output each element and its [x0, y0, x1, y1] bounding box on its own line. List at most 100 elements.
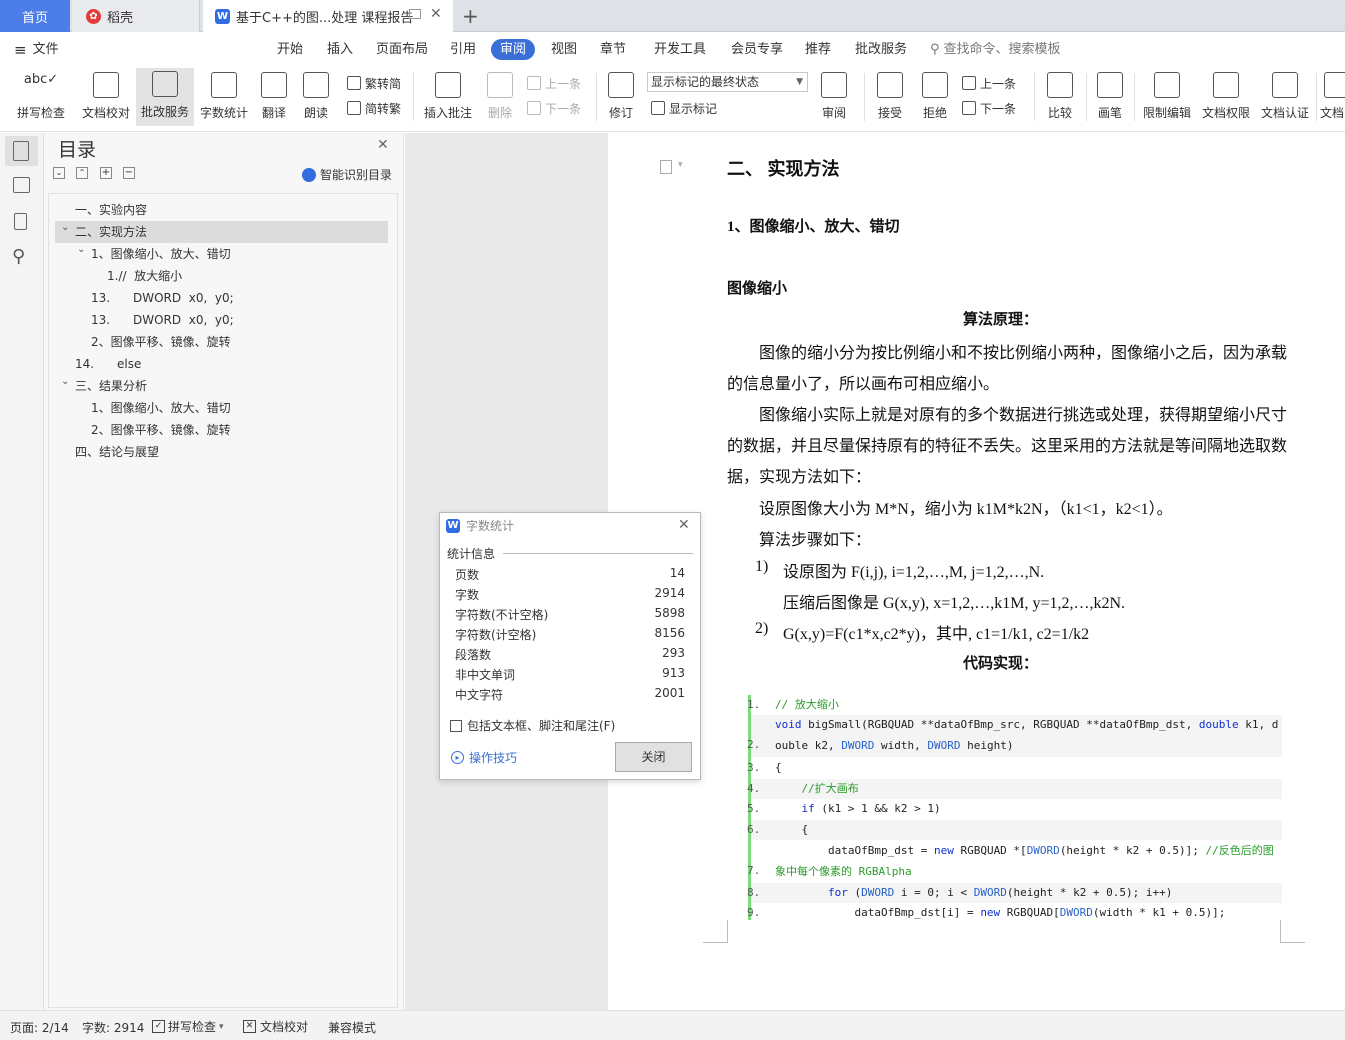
tab-daoke[interactable]: ✿ 稻壳: [72, 0, 200, 32]
prev-change-button[interactable]: 上一条: [962, 74, 1016, 92]
menu-chapter[interactable]: 章节: [600, 40, 626, 60]
include-textbox-checkbox[interactable]: 包括文本框、脚注和尾注(F): [450, 717, 615, 734]
outline-icon[interactable]: [13, 141, 29, 161]
track-changes-button[interactable]: 修订: [603, 69, 639, 125]
menu-references[interactable]: 引用: [450, 40, 476, 60]
command-search[interactable]: ⚲ 查找命令、搜索模板: [930, 40, 1061, 60]
toc-item[interactable]: 2、图像平移、镜像、旋转: [91, 419, 231, 441]
close-button[interactable]: 关闭: [615, 742, 692, 772]
add-heading-icon[interactable]: +: [100, 167, 112, 179]
tab-document[interactable]: W 基于C++的图...处理 课程报告 ✕: [203, 0, 453, 32]
smart-toc-button[interactable]: 智能识别目录: [302, 166, 392, 183]
document-rights-button[interactable]: 文档权限: [1199, 69, 1253, 125]
menu-recommend[interactable]: 推荐: [805, 40, 831, 60]
accept-button[interactable]: 接受: [870, 69, 910, 125]
expand-up-icon[interactable]: ⌃: [76, 167, 88, 179]
delete-comment-button[interactable]: 删除: [480, 69, 520, 125]
review-pane-button[interactable]: 审阅: [814, 69, 854, 125]
page-indicator[interactable]: 页面: 2/14: [10, 1019, 69, 1036]
ribbon-divider: [596, 73, 597, 121]
dialog-titlebar[interactable]: W 字数统计: [446, 517, 514, 534]
next-change-button[interactable]: 下一条: [962, 99, 1016, 117]
prev-change-icon: [962, 76, 976, 90]
correction-service-button[interactable]: 批改服务: [136, 68, 194, 126]
close-icon[interactable]: ✕: [377, 137, 389, 153]
toc-item[interactable]: 2、图像平移、镜像、旋转: [91, 331, 231, 353]
toc-item[interactable]: 1、图像缩小、放大、错切: [91, 243, 231, 265]
spell-check-status[interactable]: ✓ 拼写检查 ▾: [152, 1018, 224, 1035]
compare-button[interactable]: 比较: [1040, 69, 1080, 125]
menu-dev-tools[interactable]: 开发工具: [654, 40, 706, 60]
menu-membership[interactable]: 会员专享: [731, 40, 783, 60]
paragraph: 的数据，并且尽量保持原有的特征不丢失。这里采用的方法就是等间隔地选取数: [727, 438, 1288, 455]
toc-item[interactable]: 一、实验内容: [75, 199, 147, 221]
toc-item[interactable]: 三、结果分析: [75, 375, 147, 397]
menu-start[interactable]: 开始: [277, 40, 303, 60]
code-line: 7. dataOfBmp_dst = new RGBQUAD *[DWORD(h…: [747, 841, 1282, 883]
code-line: 4. //扩大画布: [747, 779, 1282, 799]
spell-check-button[interactable]: abc✓ 拼写检查: [10, 69, 72, 125]
file-menu[interactable]: ≡ 文件: [14, 40, 59, 60]
pen-button[interactable]: 画笔: [1094, 69, 1126, 125]
pin-icon[interactable]: [409, 9, 421, 19]
code-text: RGBQUAD *[: [953, 844, 1027, 857]
close-icon[interactable]: ✕: [678, 517, 690, 533]
document-more-button[interactable]: 文档: [1320, 69, 1345, 125]
paragraph-icon[interactable]: [660, 160, 672, 174]
code-type: DWORD: [973, 886, 1007, 899]
show-markup-icon: [651, 101, 665, 115]
menu-insert[interactable]: 插入: [327, 40, 353, 60]
chevron-down-icon[interactable]: ⌄: [61, 376, 69, 387]
bookmark-icon[interactable]: [14, 213, 27, 230]
document-certification-button[interactable]: 文档认证: [1258, 69, 1312, 125]
menu-correction-service[interactable]: 批改服务: [855, 40, 907, 60]
simp-to-trad-button[interactable]: 简转繁: [347, 99, 401, 117]
code-text: dataOfBmp_dst[i] =: [775, 906, 981, 919]
show-markup-button[interactable]: 显示标记: [651, 99, 717, 117]
restrict-editing-button[interactable]: 限制编辑: [1140, 69, 1194, 125]
ribbon-divider: [864, 73, 865, 121]
chevron-down-icon[interactable]: ⌄: [61, 222, 69, 233]
toc-item[interactable]: 1.// 放大缩小: [107, 265, 182, 287]
menu-view[interactable]: 视图: [551, 40, 577, 60]
collapse-all-icon[interactable]: ⌄: [53, 167, 65, 179]
tips-link[interactable]: ▸ 操作技巧: [451, 749, 517, 766]
principle-heading: 算法原理：: [963, 312, 1039, 328]
translate-button[interactable]: 翻译: [256, 69, 292, 125]
toc-item-selected[interactable]: 二、实现方法: [75, 221, 147, 243]
code-text: height): [960, 739, 1014, 752]
menu-page-layout[interactable]: 页面布局: [376, 40, 428, 60]
reject-button[interactable]: 拒绝: [916, 69, 954, 125]
insert-comment-button[interactable]: 插入批注: [422, 69, 474, 125]
word-count-button[interactable]: 字数统计: [198, 69, 250, 125]
checkbox-label: 包括文本框、脚注和尾注(F): [467, 719, 616, 733]
prev-comment-button[interactable]: 上一条: [527, 74, 581, 92]
next-comment-button[interactable]: 下一条: [527, 99, 581, 117]
accept-label: 接受: [877, 106, 902, 120]
chevron-down-icon[interactable]: ⌄: [77, 244, 85, 255]
close-tab-icon[interactable]: ✕: [430, 6, 442, 22]
tab-home[interactable]: 首页: [0, 0, 70, 32]
read-aloud-button[interactable]: 朗读: [300, 69, 332, 125]
toc-item[interactable]: 13. DWORD x0, y0;: [91, 309, 234, 331]
chapter-nav-icon[interactable]: [13, 177, 30, 193]
code-text: width,: [874, 739, 928, 752]
word-count-indicator[interactable]: 字数: 2914: [82, 1019, 144, 1036]
toc-item[interactable]: 13. DWORD x0, y0;: [91, 287, 234, 309]
code-text: (k1 > 1 && k2 > 1): [814, 802, 941, 815]
proofread-button[interactable]: 文档校对: [80, 69, 132, 125]
display-state-select[interactable]: 显示标记的最终状态 ▼: [647, 72, 808, 92]
proofread-status[interactable]: ✕ 文档校对: [243, 1018, 308, 1035]
heading-4: 图像缩小: [727, 281, 788, 297]
line-number: 9.: [747, 906, 761, 919]
menu-review[interactable]: 审阅: [491, 39, 535, 60]
toc-item[interactable]: 1、图像缩小、放大、错切: [91, 397, 231, 419]
remove-heading-icon[interactable]: −: [123, 167, 135, 179]
new-tab-button[interactable]: +: [462, 0, 482, 32]
chevron-down-icon[interactable]: ▾: [678, 160, 683, 170]
trad-to-simp-button[interactable]: 繁转简: [347, 74, 401, 92]
insert-comment-icon: [435, 72, 461, 98]
search-icon[interactable]: ⚲: [12, 246, 25, 267]
toc-item[interactable]: 四、结论与展望: [75, 441, 159, 463]
toc-item[interactable]: 14. else: [75, 353, 141, 375]
